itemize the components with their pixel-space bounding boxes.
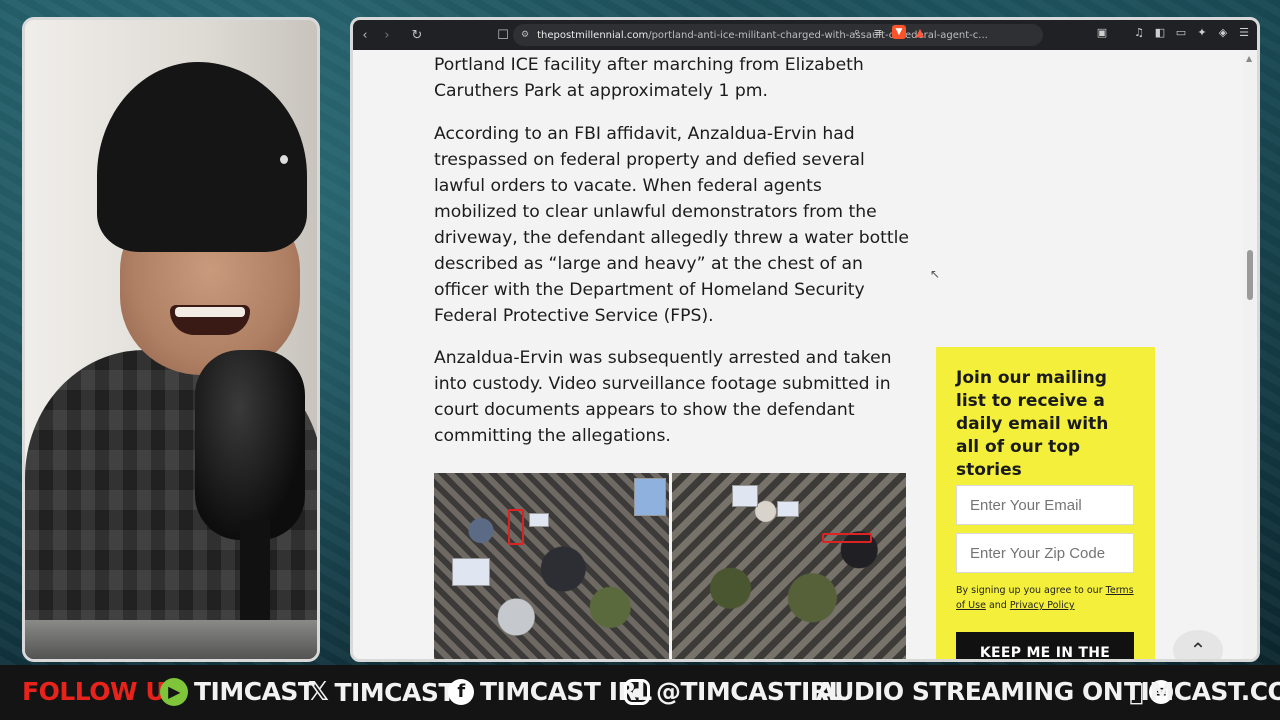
protest-sign xyxy=(731,485,758,507)
forward-icon[interactable]: › xyxy=(377,25,397,45)
facebook-icon: f xyxy=(448,678,474,705)
x-icon: 𝕏 xyxy=(308,677,329,707)
subscribe-button[interactable]: KEEP ME IN THE xyxy=(956,632,1134,659)
terms-notice: By signing up you agree to our Terms of … xyxy=(956,583,1136,613)
protest-sign xyxy=(529,513,549,527)
site-settings-icon[interactable]: ⚙ xyxy=(521,30,529,40)
protest-photo-right[interactable] xyxy=(671,473,906,659)
facebook-handle: f TIMCAST IRL xyxy=(448,677,652,706)
x-handle-text: TIMCAST xyxy=(334,677,455,707)
protest-sign xyxy=(634,478,666,516)
toolbar-extension-icons: ▣ ♫ ◧ ▭ ✦ ◈ ☰ xyxy=(1095,25,1251,39)
newsletter-heading: Join our mailing list to receive a daily… xyxy=(956,368,1109,480)
article-paragraph: According to an FBI affidavit, Anzaldua-… xyxy=(434,124,909,326)
terms-prefix: By signing up you agree to our xyxy=(956,585,1103,596)
url-host: thepostmillennial.com xyxy=(537,29,649,41)
instagram-icon: ● xyxy=(624,678,650,705)
newsletter-signup: Join our mailing list to receive a daily… xyxy=(936,347,1155,659)
webcam-feed xyxy=(22,17,320,662)
article-photos xyxy=(434,473,906,659)
email-field[interactable] xyxy=(956,485,1134,525)
follow-us-label: FOLLOW US xyxy=(22,677,183,706)
red-arrow-annotation xyxy=(508,509,524,545)
audio-streaming: AUDIO STREAMING ON  ≡ xyxy=(816,677,1174,706)
leo-icon[interactable]: ✦ xyxy=(1195,25,1209,39)
protest-sign xyxy=(776,501,799,517)
web-page: Portland ICE facility after marching fro… xyxy=(353,50,1246,662)
protest-photo-left[interactable] xyxy=(434,473,669,659)
page-scrollbar[interactable]: ▲ xyxy=(1243,50,1257,659)
zip-code-field[interactable] xyxy=(956,533,1134,573)
vpn-icon[interactable]: ◈ xyxy=(1216,25,1230,39)
scrollbar-thumb[interactable] xyxy=(1247,250,1253,300)
sidebar-icon[interactable]: ◧ xyxy=(1153,25,1167,39)
site-url: TIMCAST.COM xyxy=(1124,677,1280,706)
article-paragraph: Portland ICE facility after marching fro… xyxy=(434,55,864,101)
webcam-beanie-tag xyxy=(280,155,288,164)
toolbar-right-icons: ⌕ ≡ ▼ ▲ xyxy=(850,25,927,39)
privacy-policy-link[interactable]: Privacy Policy xyxy=(1010,600,1075,611)
bookmark-icon[interactable]: ☐ xyxy=(493,25,513,45)
instagram-handle: ● @TIMCASTIRL xyxy=(624,677,844,706)
webcam-teeth xyxy=(175,307,245,317)
scroll-to-top-button[interactable]: ⌃ xyxy=(1173,630,1223,662)
chevron-up-icon: ⌃ xyxy=(1189,638,1207,662)
scroll-up-icon[interactable]: ▲ xyxy=(1246,54,1252,63)
rumble-handle: ▶ TIMCAST xyxy=(160,677,315,706)
article-paragraph: Anzaldua-Ervin was subsequently arrested… xyxy=(434,348,892,446)
zoom-icon[interactable]: ⌕ xyxy=(850,25,864,39)
address-bar[interactable]: ⚙ thepostmillennial.com /portland-anti-i… xyxy=(513,24,1043,46)
browser-toolbar: ‹ › ↻ ☐ ⚙ thepostmillennial.com /portlan… xyxy=(353,20,1257,50)
brave-shields-icon[interactable]: ▼ xyxy=(892,25,906,39)
red-arrow-annotation xyxy=(821,533,872,543)
social-banner: FOLLOW US ▶ TIMCAST 𝕏 TIMCAST f TIMCAST … xyxy=(0,665,1280,720)
url-path: /portland-anti-ice-militant-charged-with… xyxy=(648,29,988,41)
x-handle: 𝕏 TIMCAST xyxy=(308,677,455,707)
terms-and: and xyxy=(988,600,1007,611)
wallet-icon[interactable]: ▭ xyxy=(1174,25,1188,39)
back-icon[interactable]: ‹ xyxy=(355,25,375,45)
media-icon[interactable]: ▣ xyxy=(1095,25,1109,39)
music-icon[interactable]: ♫ xyxy=(1132,25,1146,39)
mouse-cursor-icon: ↖ xyxy=(930,267,941,281)
brave-rewards-icon[interactable]: ▲ xyxy=(913,25,927,39)
rumble-icon: ▶ xyxy=(160,677,188,706)
webcam-microphone xyxy=(195,350,305,540)
browser-window: ‹ › ↻ ☐ ⚙ thepostmillennial.com /portlan… xyxy=(350,17,1260,662)
protest-sign xyxy=(452,558,490,586)
reader-icon[interactable]: ≡ xyxy=(871,25,885,39)
reload-icon[interactable]: ↻ xyxy=(407,25,427,45)
rumble-handle-text: TIMCAST xyxy=(194,677,315,706)
menu-icon[interactable]: ☰ xyxy=(1237,25,1251,39)
audio-streaming-text: AUDIO STREAMING ON xyxy=(816,677,1124,706)
webcam-desk xyxy=(25,620,317,659)
